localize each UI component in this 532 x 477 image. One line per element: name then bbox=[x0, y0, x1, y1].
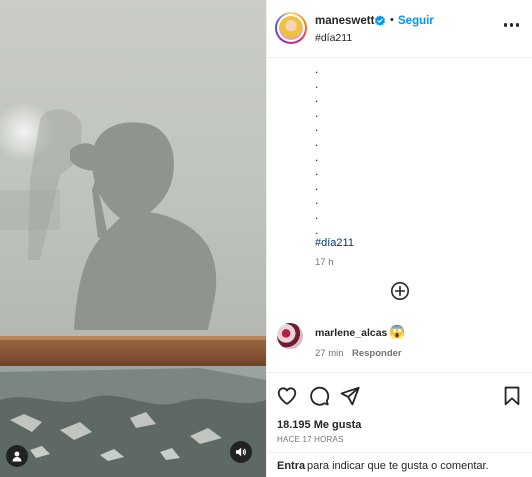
login-link[interactable]: Entra bbox=[277, 460, 305, 472]
instagram-post: maneswett • Seguir #día211 ............ … bbox=[0, 0, 532, 477]
post-side-panel: maneswett • Seguir #día211 ............ … bbox=[266, 0, 532, 477]
comment-icon[interactable] bbox=[308, 385, 330, 407]
caption-dot-line: . bbox=[315, 120, 319, 135]
follow-button[interactable]: Seguir bbox=[398, 15, 434, 27]
likes-count[interactable]: 18.195 Me gusta bbox=[277, 419, 361, 431]
caption-dot-line: . bbox=[315, 76, 319, 91]
post-media[interactable] bbox=[0, 0, 266, 477]
caption-dots: ............ bbox=[315, 62, 515, 237]
caption-dot-line: . bbox=[315, 134, 319, 149]
send-icon[interactable] bbox=[339, 385, 361, 407]
more-options-icon[interactable] bbox=[503, 23, 519, 27]
caption-dot-line: . bbox=[315, 193, 319, 208]
caption-age: 17 h bbox=[315, 257, 334, 269]
author-avatar[interactable] bbox=[275, 12, 307, 44]
verified-badge-icon bbox=[375, 15, 385, 26]
separator-dot: • bbox=[390, 14, 394, 26]
caption-dot-line: . bbox=[315, 164, 319, 179]
caption-hashtag[interactable]: #día211 bbox=[315, 237, 515, 249]
comment-time: 27 min bbox=[315, 348, 344, 359]
commenter-avatar[interactable] bbox=[277, 323, 303, 349]
posted-time: HACE 17 HORAS bbox=[277, 435, 344, 444]
bookmark-icon[interactable] bbox=[501, 385, 523, 407]
comment-text: 😱 bbox=[389, 324, 406, 339]
author-username[interactable]: maneswett bbox=[315, 15, 374, 27]
shadow-photo bbox=[0, 102, 266, 477]
plus-circle-icon[interactable] bbox=[390, 281, 410, 301]
caption-dot-line: . bbox=[315, 91, 319, 106]
login-prompt: Entra para indicar que te gusta o coment… bbox=[267, 452, 532, 477]
speaker-icon bbox=[236, 447, 246, 457]
reply-button[interactable]: Responder bbox=[352, 348, 402, 359]
audio-toggle-button[interactable] bbox=[230, 441, 252, 463]
user-tag-icon bbox=[12, 451, 22, 462]
user-tag-button[interactable] bbox=[6, 445, 28, 467]
location-hashtag[interactable]: #día211 bbox=[315, 32, 352, 44]
caption-dot-line: . bbox=[315, 105, 319, 120]
post-header: maneswett • Seguir #día211 bbox=[267, 0, 532, 58]
heart-icon[interactable] bbox=[276, 385, 298, 407]
post-caption: ............ #día211 17 h bbox=[315, 62, 515, 268]
caption-dot-line: . bbox=[315, 62, 319, 76]
caption-dot-line: . bbox=[315, 222, 319, 237]
caption-dot-line: . bbox=[315, 207, 319, 222]
caption-dot-line: . bbox=[315, 149, 319, 164]
login-prompt-text: para indicar que te gusta o comentar. bbox=[307, 460, 489, 472]
commenter-username[interactable]: marlene_alcas bbox=[315, 327, 387, 339]
caption-dot-line: . bbox=[315, 178, 319, 193]
